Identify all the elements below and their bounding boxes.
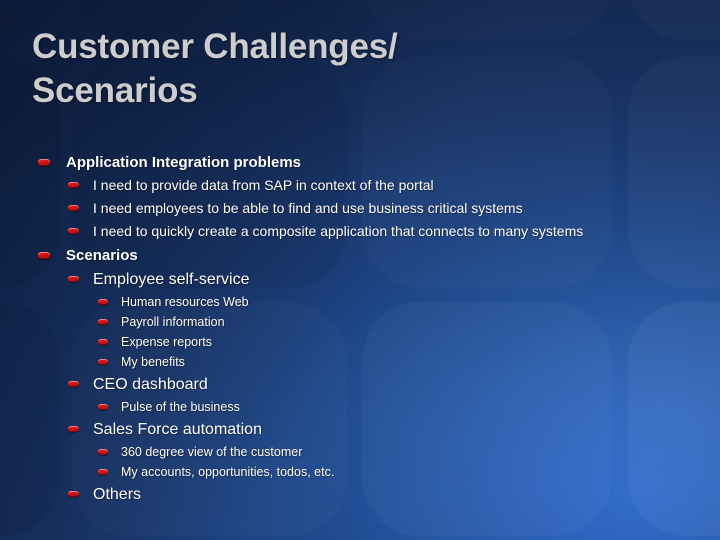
slide-content: Customer Challenges/ Scenarios Applicati… xyxy=(0,0,720,540)
red-pill-bullet-icon xyxy=(68,381,79,387)
red-pill-bullet-icon xyxy=(38,159,50,166)
red-pill-bullet-icon xyxy=(98,299,108,305)
outline-item-text: Employee self-service xyxy=(93,271,250,288)
outline-item-text: Payroll information xyxy=(121,315,225,329)
outline-item-level3[interactable]: Expense reports xyxy=(0,332,720,352)
outline-item-level2[interactable]: Others xyxy=(0,482,720,507)
red-pill-bullet-icon xyxy=(68,276,79,282)
red-pill-bullet-icon xyxy=(98,449,108,455)
outline-item-text: I need to provide data from SAP in conte… xyxy=(93,177,434,193)
outline-item-text: Pulse of the business xyxy=(121,400,240,414)
outline-item-text: Others xyxy=(93,486,142,503)
red-pill-bullet-icon xyxy=(98,339,108,345)
outline-item-level3[interactable]: My accounts, opportunities, todos, etc. xyxy=(0,462,720,482)
red-pill-bullet-icon xyxy=(98,359,108,365)
outline-item-text: Expense reports xyxy=(121,335,213,349)
red-pill-bullet-icon xyxy=(98,404,108,410)
outline-item-text: Scenarios xyxy=(66,247,138,264)
outline-item-level3[interactable]: Payroll information xyxy=(0,312,720,332)
slide: Customer Challenges/ Scenarios Applicati… xyxy=(0,0,720,540)
outline-item-text: I need to quickly create a composite app… xyxy=(93,223,584,239)
red-pill-bullet-icon xyxy=(68,182,79,188)
outline-item-text: CEO dashboard xyxy=(93,376,208,393)
red-pill-bullet-icon xyxy=(38,252,50,259)
outline-item-level3[interactable]: 360 degree view of the customer xyxy=(0,442,720,462)
red-pill-bullet-icon xyxy=(68,228,79,234)
outline-item-text: 360 degree view of the customer xyxy=(121,445,303,459)
outline-item-level3[interactable]: My benefits xyxy=(0,352,720,372)
red-pill-bullet-icon xyxy=(98,319,108,325)
outline-item-level2[interactable]: I need to provide data from SAP in conte… xyxy=(0,174,720,197)
outline-item-level2[interactable]: CEO dashboard xyxy=(0,372,720,397)
outline-item-text: My accounts, opportunities, todos, etc. xyxy=(121,465,335,479)
outline-item-level3[interactable]: Human resources Web xyxy=(0,292,720,312)
outline-item-level1[interactable]: Application Integration problems xyxy=(0,152,720,173)
outline-item-level2[interactable]: I need to quickly create a composite app… xyxy=(0,220,720,243)
outline-item-level3[interactable]: Pulse of the business xyxy=(0,397,720,417)
outline-item-level1[interactable]: Scenarios xyxy=(0,245,720,266)
outline-item-level2[interactable]: I need employees to be able to find and … xyxy=(0,197,720,220)
slide-title: Customer Challenges/ Scenarios xyxy=(32,27,398,110)
outline-item-text: Application Integration problems xyxy=(66,154,302,171)
red-pill-bullet-icon xyxy=(68,205,79,211)
red-pill-bullet-icon xyxy=(68,491,79,497)
outline-item-text: I need employees to be able to find and … xyxy=(93,200,523,216)
outline-item-text: Sales Force automation xyxy=(93,421,262,438)
outline-item-text: My benefits xyxy=(121,355,185,369)
outline-list: Application Integration problems I need … xyxy=(0,152,720,507)
outline-item-level2[interactable]: Employee self-service xyxy=(0,267,720,292)
outline-item-level2[interactable]: Sales Force automation xyxy=(0,417,720,442)
red-pill-bullet-icon xyxy=(98,469,108,475)
red-pill-bullet-icon xyxy=(68,426,79,432)
outline-item-text: Human resources Web xyxy=(121,295,249,309)
